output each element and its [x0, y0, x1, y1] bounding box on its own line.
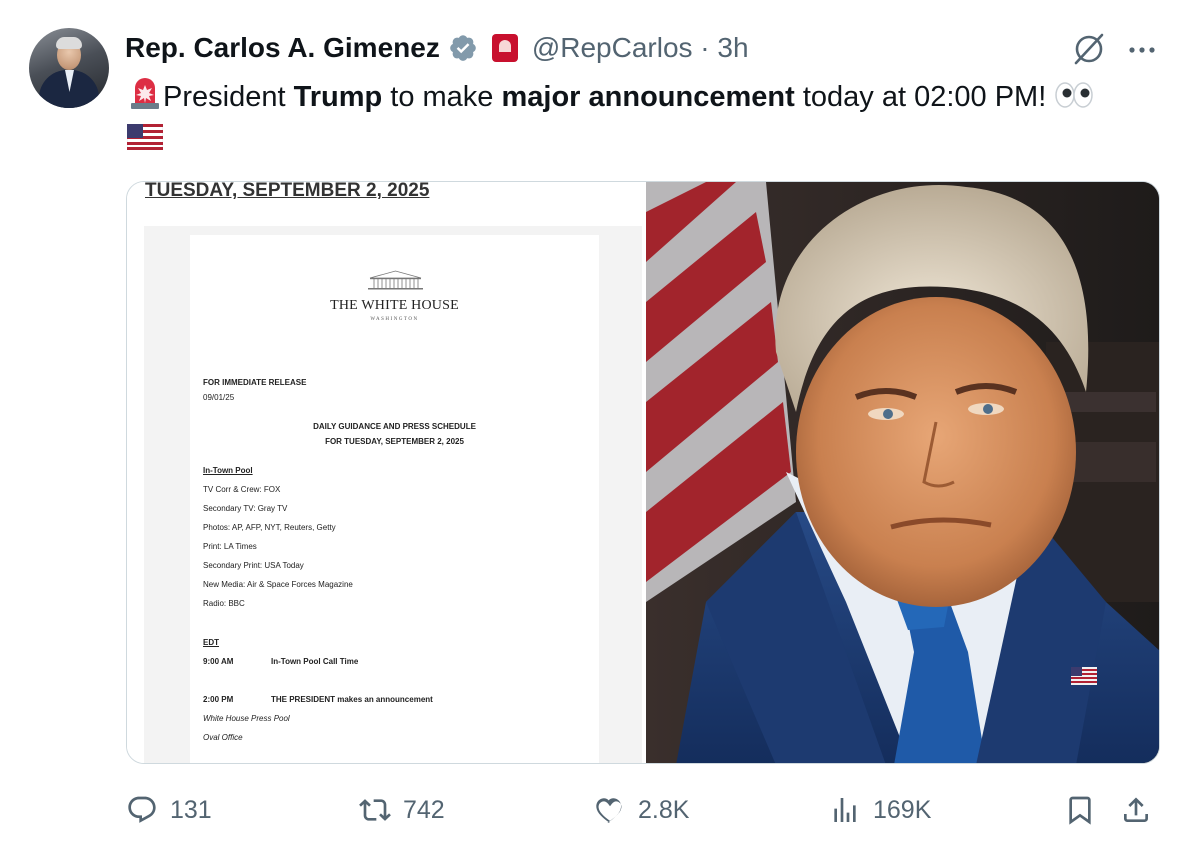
- doc-pool-line: Secondary TV: Gray TV: [203, 504, 288, 513]
- views-icon: [834, 798, 856, 822]
- media-image-portrait[interactable]: [646, 182, 1159, 763]
- doc-schedule-date: FOR TUESDAY, SEPTEMBER 2, 2025: [325, 437, 464, 446]
- action-bar: 131 742 2.8K 169K: [0, 788, 1194, 832]
- white-house-logo-icon: [368, 270, 423, 290]
- doc-pool-heading: In-Town Pool: [203, 466, 253, 475]
- heart-icon: [596, 798, 622, 823]
- post-time[interactable]: 3h: [717, 32, 748, 63]
- reply-button[interactable]: 131: [126, 788, 212, 832]
- grok-icon[interactable]: [1070, 30, 1108, 68]
- tweet-text-bold-announcement: major announcement: [501, 81, 795, 113]
- doc-event1-time: 9:00 AM: [203, 657, 234, 666]
- like-button[interactable]: 2.8K: [594, 788, 689, 832]
- doc-background: THE WHITE HOUSE WASHINGTON FOR IMMEDIATE…: [144, 226, 642, 763]
- share-button[interactable]: [1120, 788, 1152, 832]
- time-separator: ·: [692, 32, 718, 63]
- views-button[interactable]: 169K: [829, 788, 931, 832]
- doc-pool-line: Secondary Print: USA Today: [203, 561, 304, 570]
- doc-pool-line: New Media: Air & Space Forces Magazine: [203, 580, 353, 589]
- siren-emoji-icon: [131, 78, 159, 109]
- verified-badge-icon[interactable]: [448, 33, 478, 63]
- tweet-text-bold-trump: Trump: [293, 81, 383, 113]
- tweet-text: President Trump to make major announceme…: [127, 76, 1167, 157]
- tweet-header: Rep. Carlos A. Gimenez @RepCarlos · 3h: [125, 30, 749, 66]
- doc-schedule-title: DAILY GUIDANCE AND PRESS SCHEDULE: [313, 422, 476, 431]
- doc-date-header: TUESDAY, SEPTEMBER 2, 2025: [145, 181, 430, 201]
- bookmark-button[interactable]: [1064, 788, 1096, 832]
- doc-event2-desc: THE PRESIDENT makes an announcement: [271, 695, 433, 704]
- author-name[interactable]: Rep. Carlos A. Gimenez: [125, 32, 440, 64]
- doc-event1-desc: In-Town Pool Call Time: [271, 657, 359, 666]
- us-flag-emoji-icon: [127, 124, 163, 150]
- tweet-text-pre: President: [163, 81, 294, 113]
- author-handle-time[interactable]: @RepCarlos · 3h: [532, 32, 749, 64]
- repost-count: 742: [403, 795, 445, 824]
- avatar-hair: [56, 37, 82, 49]
- bookmark-icon: [1069, 796, 1091, 825]
- congress-badge-icon: [491, 34, 518, 62]
- portrait-illustration: [646, 182, 1159, 763]
- doc-event2-note: White House Press Pool: [203, 714, 290, 723]
- reply-icon: [128, 796, 156, 823]
- reply-count: 131: [170, 795, 212, 824]
- repost-button[interactable]: 742: [359, 788, 445, 832]
- doc-org-subtitle: WASHINGTON: [370, 317, 419, 322]
- doc-release: FOR IMMEDIATE RELEASE: [203, 378, 307, 387]
- views-count: 169K: [873, 795, 932, 824]
- media-image-schedule[interactable]: TUESDAY, SEPTEMBER 2, 2025 THE WHITE HOU…: [127, 181, 645, 763]
- repost-icon: [359, 799, 391, 821]
- doc-pool-line: TV Corr & Crew: FOX: [203, 485, 281, 494]
- doc-pool-line: Print: LA Times: [203, 542, 257, 551]
- share-icon: [1124, 797, 1148, 822]
- media-grid: TUESDAY, SEPTEMBER 2, 2025 THE WHITE HOU…: [126, 181, 1160, 764]
- doc-pool-line: Radio: BBC: [203, 599, 245, 608]
- doc-timezone: EDT: [203, 638, 219, 647]
- author-handle[interactable]: @RepCarlos: [532, 32, 693, 63]
- tweet-text-post: today at 02:00 PM!: [794, 81, 1055, 113]
- doc-page: THE WHITE HOUSE WASHINGTON FOR IMMEDIATE…: [190, 235, 599, 763]
- doc-event2-location: Oval Office: [203, 733, 243, 742]
- like-count: 2.8K: [638, 795, 690, 824]
- doc-event2-time: 2:00 PM: [203, 695, 234, 704]
- doc-pool-line: Photos: AP, AFP, NYT, Reuters, Getty: [203, 523, 336, 532]
- eyes-emoji-icon: [1055, 82, 1094, 108]
- avatar[interactable]: [29, 28, 109, 108]
- doc-org-title: THE WHITE HOUSE: [330, 298, 459, 313]
- more-icon[interactable]: [1124, 32, 1160, 68]
- tweet-text-mid: to make: [382, 81, 502, 113]
- doc-release-date: 09/01/25: [203, 393, 235, 402]
